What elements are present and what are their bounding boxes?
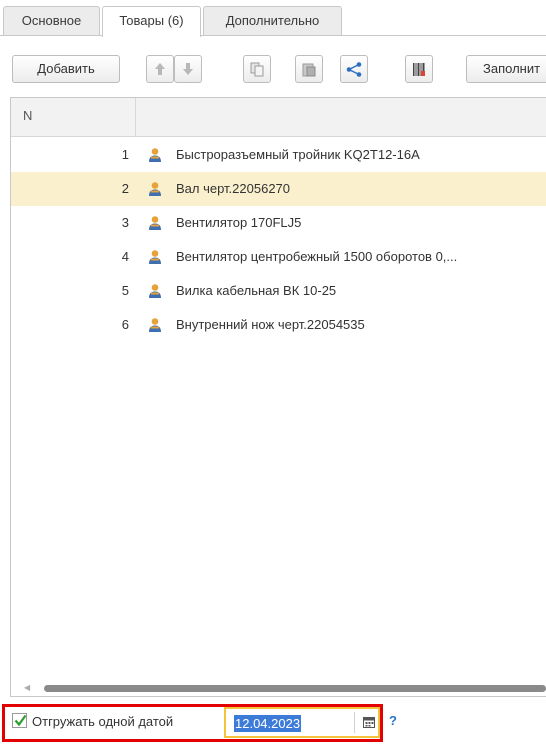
column-header-n[interactable]: N: [11, 98, 136, 136]
tab-goods[interactable]: Товары (6): [102, 6, 201, 37]
row-number: 2: [121, 181, 129, 196]
table-row[interactable]: 6 Внутренний нож черт.22054535: [11, 308, 546, 342]
person-icon: [149, 318, 161, 332]
row-number: 4: [121, 249, 129, 264]
paste-icon: [302, 63, 316, 77]
row-name: Вилка кабельная ВК 10-25: [176, 283, 337, 298]
table-row[interactable]: 2 Вал черт.22056270: [11, 172, 546, 206]
ship-date-value[interactable]: 12.04.2023: [234, 715, 302, 732]
paste-button[interactable]: [295, 55, 323, 83]
field-separator: [354, 712, 355, 733]
ship-single-date-checkbox[interactable]: [12, 713, 27, 728]
barcode-icon: [413, 63, 425, 76]
move-down-button[interactable]: [174, 55, 202, 83]
copy-icon: [250, 62, 264, 77]
move-up-button[interactable]: [146, 55, 174, 83]
scrollbar-thumb[interactable]: [44, 685, 546, 692]
copy-button[interactable]: [243, 55, 271, 83]
fill-button[interactable]: Заполнит: [466, 55, 546, 83]
toolbar: Добавить Заполнит: [0, 52, 546, 86]
person-icon: [149, 148, 161, 162]
row-number: 5: [121, 283, 129, 298]
row-name: Быстроразъемный тройник KQ2T12-16A: [176, 147, 420, 162]
row-name: Вал черт.22056270: [176, 181, 291, 196]
row-name: Вентилятор 170FLJ5: [176, 215, 302, 230]
goods-table: N 1 Быстроразъемный тройник KQ2T12-16A 2…: [10, 97, 546, 697]
person-icon: [149, 216, 161, 230]
table-row[interactable]: 4 Вентилятор центробежный 1500 оборотов …: [11, 240, 546, 274]
share-button[interactable]: [340, 55, 368, 83]
row-number: 6: [121, 317, 129, 332]
move-down-icon: [183, 63, 193, 75]
row-number: 3: [121, 215, 129, 230]
person-icon: [149, 250, 161, 264]
ship-single-date-label[interactable]: Отгружать одной датой: [32, 713, 173, 730]
tab-main[interactable]: Основное: [3, 6, 100, 35]
help-link[interactable]: ?: [389, 712, 397, 729]
row-number: 1: [121, 147, 129, 162]
move-up-icon: [155, 63, 165, 75]
table-row[interactable]: 3 Вентилятор 170FLJ5: [11, 206, 546, 240]
share-icon: [346, 62, 362, 77]
horizontal-scrollbar[interactable]: ◀: [10, 682, 546, 694]
person-icon: [149, 284, 161, 298]
add-button[interactable]: Добавить: [12, 55, 120, 83]
table-header: N: [11, 98, 546, 137]
calendar-icon[interactable]: [363, 716, 375, 728]
tab-additional[interactable]: Дополнительно: [203, 6, 342, 35]
tab-bar: Основное Товары (6) Дополнительно: [0, 0, 546, 37]
row-name: Внутренний нож черт.22054535: [176, 317, 365, 332]
row-name: Вентилятор центробежный 1500 оборотов 0,…: [176, 249, 458, 264]
scroll-left-icon[interactable]: ◀: [24, 683, 30, 693]
table-row[interactable]: 5 Вилка кабельная ВК 10-25: [11, 274, 546, 308]
ship-date-input[interactable]: 12.04.2023: [224, 707, 380, 738]
table-row[interactable]: 1 Быстроразъемный тройник KQ2T12-16A: [11, 138, 546, 172]
checkmark-icon: [14, 714, 27, 727]
person-icon: [149, 182, 161, 196]
barcode-button[interactable]: [405, 55, 433, 83]
